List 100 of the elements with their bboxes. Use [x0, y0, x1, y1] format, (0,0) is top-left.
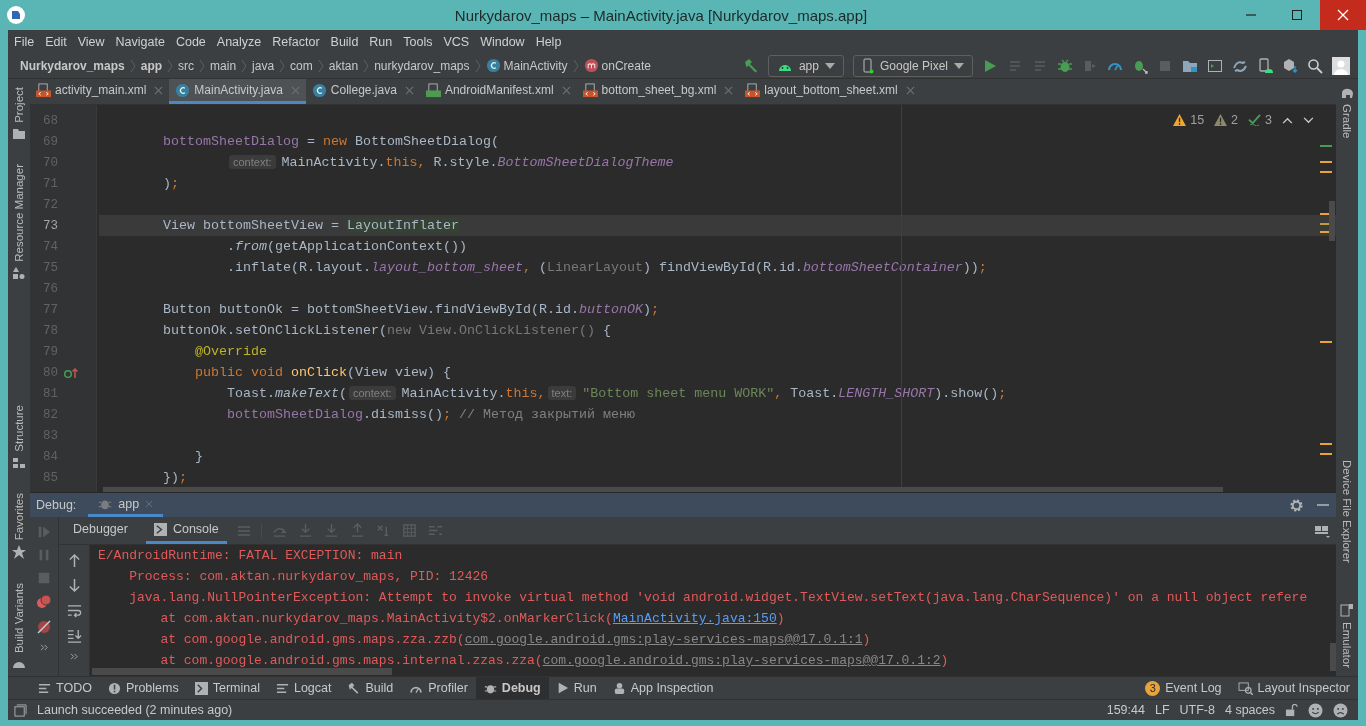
run-configuration-dropdown[interactable]: app [767, 54, 844, 77]
scroll-to-end-icon[interactable] [66, 628, 82, 643]
editor-tab[interactable]: bottom_sheet_bg.xml [576, 79, 740, 104]
menu-item[interactable]: Code [175, 34, 206, 49]
tool-window-tab[interactable]: Build [339, 677, 402, 699]
pause-icon[interactable] [37, 548, 51, 562]
editor-tab[interactable]: College.java [305, 79, 420, 104]
breadcrumb-item[interactable]: MainActivity [503, 58, 568, 73]
soft-wrap-icon[interactable] [66, 603, 82, 618]
tool-window-button[interactable]: Emulator [1341, 621, 1353, 668]
menu-item[interactable]: Refactor [272, 34, 320, 49]
scrollbar-thumb[interactable] [1329, 201, 1335, 241]
session-tab[interactable]: app [88, 493, 164, 517]
menu-item[interactable]: Window [480, 34, 525, 49]
smiley-icon[interactable] [1308, 702, 1323, 718]
menu-item[interactable]: View [77, 34, 105, 49]
file-link[interactable]: MainActivity.java:150 [612, 611, 777, 626]
breadcrumb-item[interactable]: aktan [328, 58, 359, 73]
down-arrow-icon[interactable] [67, 578, 81, 593]
breadcrumb-item[interactable]: app [140, 58, 163, 73]
more-icon[interactable] [39, 644, 49, 651]
library-link[interactable]: com.google.android.gms:play-services-maps@@17.0.1:2 [542, 653, 941, 668]
sad-face-icon[interactable] [1333, 702, 1348, 718]
menu-item[interactable]: Analyze [216, 34, 262, 49]
menu-item[interactable]: Tools [403, 34, 433, 49]
close-icon[interactable] [561, 85, 571, 95]
editor-tab[interactable]: MainActivity.java [169, 79, 306, 104]
more-icon[interactable] [69, 653, 79, 660]
tool-window-button[interactable]: Resource Manager [13, 163, 25, 262]
editor-tab[interactable]: AndroidManifest.xml [419, 79, 577, 104]
step-into-icon[interactable] [297, 523, 313, 538]
step-out-icon[interactable] [349, 523, 365, 538]
search-icon[interactable] [1307, 57, 1323, 74]
step-into-icon[interactable] [323, 523, 339, 538]
breadcrumb-item[interactable]: onCreate [601, 58, 651, 73]
trace-icon[interactable] [427, 523, 443, 538]
panel-toggle-icon[interactable] [14, 703, 27, 717]
tool-window-tab[interactable]: Profiler [401, 677, 476, 699]
typo-count: 3 [1265, 113, 1272, 127]
resume-icon[interactable] [37, 525, 51, 539]
menu-item[interactable]: Edit [45, 34, 67, 49]
event-log-button[interactable]: 3 Event Log [1137, 677, 1230, 699]
close-icon[interactable] [404, 85, 414, 95]
device-dropdown[interactable]: Google Pixel [852, 54, 973, 77]
scrollbar-thumb[interactable] [1330, 643, 1336, 671]
tool-window-tab[interactable]: Terminal [186, 677, 268, 699]
menu-item[interactable]: Navigate [115, 34, 165, 49]
phone-icon[interactable] [1257, 57, 1273, 74]
breadcrumb-item[interactable]: Nurkydarov_maps [20, 58, 125, 73]
tool-window-tab[interactable]: Logcat [267, 677, 340, 699]
indent-setting[interactable]: 4 spaces [1224, 703, 1275, 717]
close-icon[interactable] [905, 85, 915, 95]
tool-window-tab[interactable]: TODO [30, 677, 100, 699]
package-icon[interactable] [1282, 57, 1298, 74]
run-icon[interactable] [982, 57, 998, 74]
caret-position[interactable]: 159:44 [1106, 703, 1145, 717]
run-to-cursor-icon[interactable] [375, 523, 391, 538]
mute-breakpoints-icon[interactable] [36, 619, 52, 635]
tool-window-button[interactable]: Structure [13, 404, 25, 452]
override-icon[interactable] [64, 366, 78, 379]
lock-icon[interactable] [1285, 703, 1298, 717]
stop-icon[interactable] [37, 571, 51, 585]
menu-item[interactable]: Build [330, 34, 359, 49]
scrollbar-thumb[interactable] [92, 668, 392, 675]
tool-window-button[interactable]: Project [13, 87, 25, 123]
bug-icon[interactable] [1057, 57, 1073, 74]
close-icon[interactable] [724, 85, 734, 95]
scrollbar-thumb[interactable] [103, 487, 1223, 492]
terminal-icon[interactable] [1207, 57, 1223, 74]
tool-window-button[interactable]: Build Variants [13, 582, 25, 653]
tool-window-tab[interactable]: App Inspection [604, 677, 722, 699]
menu-item[interactable]: File [14, 34, 35, 49]
close-icon[interactable] [145, 499, 154, 508]
layout-inspector-button[interactable]: Layout Inspector [1229, 677, 1358, 699]
debugger-tab[interactable]: Debugger [65, 517, 136, 544]
breadcrumb-item[interactable]: java [252, 58, 275, 73]
avatar-icon[interactable] [1332, 56, 1350, 75]
editor-tab[interactable]: layout_bottom_sheet.xml [739, 79, 921, 104]
menu-item[interactable]: Run [369, 34, 393, 49]
tool-window-button[interactable]: Device File Explorer [1341, 460, 1353, 563]
library-link[interactable]: com.google.android.gms:play-services-maps@@17.0.1:1 [464, 632, 863, 647]
line-separator[interactable]: LF [1154, 703, 1170, 717]
breadcrumb-item[interactable]: src [178, 58, 195, 73]
tool-window-tab[interactable]: Problems [99, 677, 187, 699]
editor-tab[interactable]: activity_main.xml [30, 79, 170, 104]
breadcrumb-item[interactable]: com [290, 58, 313, 73]
breadcrumb-item[interactable]: nurkydarov_maps [374, 58, 470, 73]
menu-item[interactable]: VCS [443, 34, 470, 49]
file-encoding[interactable]: UTF-8 [1179, 703, 1215, 717]
breadcrumb-item[interactable]: main [210, 58, 237, 73]
menu-item[interactable]: Help [535, 34, 562, 49]
up-arrow-icon[interactable] [67, 553, 81, 568]
tool-window-button[interactable]: Favorites [13, 492, 25, 540]
settings-icon[interactable] [1289, 497, 1304, 513]
tool-window-tab[interactable]: Debug [475, 677, 549, 699]
breakpoints-icon[interactable] [36, 594, 52, 610]
tool-window-tab[interactable]: Run [548, 677, 605, 699]
tool-window-button[interactable]: Gradle [1341, 104, 1353, 139]
hammer-icon[interactable] [742, 57, 759, 74]
close-icon[interactable] [154, 85, 164, 95]
